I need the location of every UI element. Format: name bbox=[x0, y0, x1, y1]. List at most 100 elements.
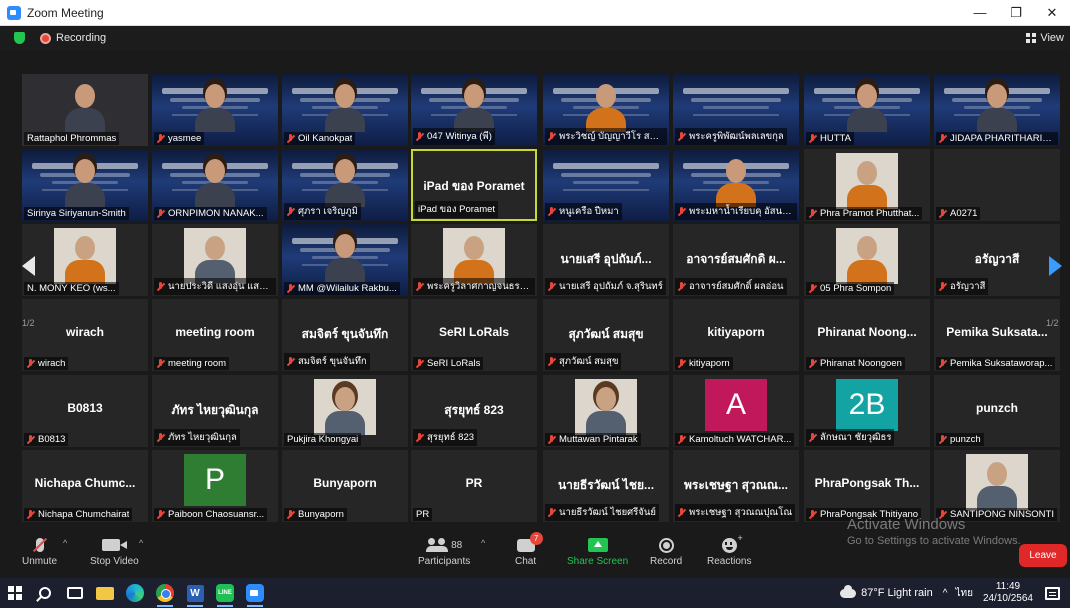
participant-tile[interactable]: ภัทร ไหยวุฒินกุล ภัทร ไหยวุฒินกุล bbox=[152, 375, 278, 447]
participant-name: iPad ของ Poramet bbox=[418, 204, 496, 215]
participant-tile[interactable]: นายเสรี อุปถัมภ์... นายเสรี อุปถัมภ์ จ.สุ… bbox=[543, 224, 669, 296]
chat-button[interactable]: 7 Chat bbox=[515, 531, 543, 567]
video-options-caret[interactable]: ^ bbox=[139, 538, 143, 548]
participant-name-label: Phra Pramot Phutthat... bbox=[806, 207, 923, 220]
record-button[interactable]: Record bbox=[650, 534, 682, 567]
participant-tile[interactable]: 047 Witinya (พี) bbox=[411, 74, 537, 146]
start-button[interactable] bbox=[0, 578, 30, 608]
participant-tile[interactable]: P Paiboon Chaosuansr... bbox=[152, 450, 278, 522]
participant-tile[interactable]: พระครูพิพัฒน์พลเลขกุล bbox=[673, 74, 799, 146]
zoom-taskbar-button[interactable] bbox=[240, 578, 270, 608]
participant-name: Paiboon Chaosuansr... bbox=[168, 509, 265, 520]
chrome-button[interactable] bbox=[150, 578, 180, 608]
participant-tile[interactable]: หนูเครือ ปีหมา bbox=[543, 149, 669, 221]
participant-tile[interactable]: Pukjira Khongyai bbox=[282, 375, 408, 447]
word-button[interactable]: W bbox=[180, 578, 210, 608]
participant-tile[interactable]: สุภวัฒน์ สมสุข สุภวัฒน์ สมสุข bbox=[543, 299, 669, 371]
participant-tile[interactable]: SeRI LoRals SeRI LoRals bbox=[411, 299, 537, 371]
leave-button[interactable]: Leave bbox=[1019, 544, 1067, 567]
participant-tile[interactable]: ORNPIMON NANAK... bbox=[152, 149, 278, 221]
participant-tile[interactable]: SANTIPONG NINSONTI bbox=[934, 450, 1060, 522]
participant-tile[interactable]: Sirinya Siriyanun-Smith bbox=[22, 149, 148, 221]
participant-tile[interactable]: MM @Wilailuk Rakbu... bbox=[282, 224, 408, 296]
recording-icon[interactable] bbox=[40, 32, 51, 44]
participant-tile[interactable]: wirach wirach bbox=[22, 299, 148, 371]
taskbar-search-button[interactable] bbox=[30, 578, 60, 608]
participant-tile[interactable]: kitiyaporn kitiyaporn bbox=[673, 299, 799, 371]
participant-tile[interactable]: พระเชษฐา สุวณณ... พระเชษฐา สุวณณปุณโณ bbox=[673, 450, 799, 522]
participant-tile[interactable]: 05 Phra Sompon bbox=[804, 224, 930, 296]
participant-tile[interactable]: meeting room meeting room bbox=[152, 299, 278, 371]
participant-name-label: Pukjira Khongyai bbox=[284, 433, 362, 446]
participant-tile[interactable]: อรัญวาสี อรัญวาสี bbox=[934, 224, 1060, 296]
participant-video bbox=[195, 84, 235, 132]
participant-tile[interactable]: พระครูวิลาศกาญจนธรรม... bbox=[411, 224, 537, 296]
muted-mic-icon bbox=[809, 133, 816, 144]
participant-tile[interactable]: อาจารย์สมศักดิ ผ... อาจารย์สมศักดิ์ ผลอ่อ… bbox=[673, 224, 799, 296]
line-app-button[interactable]: LINE bbox=[210, 578, 240, 608]
participant-tile[interactable]: 2B ลักษณา ชัยวุฒิธร bbox=[804, 375, 930, 447]
participant-tile[interactable]: Pemika Suksata... Pemika Suksataworap... bbox=[934, 299, 1060, 371]
audio-options-caret[interactable]: ^ bbox=[63, 538, 67, 548]
participant-tile[interactable]: iPad ของ Poramet iPad ของ Poramet bbox=[411, 149, 537, 221]
participant-tile[interactable]: นายธีรวัฒน์ ไชย... นายธีรวัฒน์ ไชยศรีจันย… bbox=[543, 450, 669, 522]
participant-tile[interactable]: พระมหาน้ำเรียบคุ อัสนพัช bbox=[673, 149, 799, 221]
weather-widget[interactable]: 87°F Light rain bbox=[861, 587, 933, 599]
participant-tile[interactable]: Phiranat Noong... Phiranat Noongoen bbox=[804, 299, 930, 371]
participant-tile[interactable]: สมจิตร์ ขุนจันทึก สมจิตร์ ขุนจันทึก bbox=[282, 299, 408, 371]
participant-tile[interactable]: yasmee bbox=[152, 74, 278, 146]
participant-tile[interactable]: Muttawan Pintarak bbox=[543, 375, 669, 447]
participant-tile[interactable]: Nichapa Chumc... Nichapa Chumchairat bbox=[22, 450, 148, 522]
participant-tile[interactable]: สุรยุทธ์ 823 สุรยุทธ์ 823 bbox=[411, 375, 537, 447]
share-screen-icon bbox=[587, 538, 608, 552]
participant-tile[interactable]: punzch punzch bbox=[934, 375, 1060, 447]
participant-video bbox=[325, 84, 365, 132]
participant-name-label: พระครูพิพัฒน์พลเลขกุล bbox=[675, 128, 787, 145]
participant-tile[interactable]: PhraPongsak Th... PhraPongsak Thitiyano bbox=[804, 450, 930, 522]
minimize-button[interactable]: — bbox=[962, 0, 998, 26]
participants-options-caret[interactable]: ^ bbox=[481, 538, 485, 548]
close-button[interactable]: ✕ bbox=[1034, 0, 1070, 26]
previous-page-button[interactable] bbox=[20, 236, 36, 296]
participant-tile[interactable]: A Kamoltuch WATCHAR... bbox=[673, 375, 799, 447]
participant-video bbox=[65, 84, 105, 132]
participant-tile[interactable]: N. MONY KEO (ws... bbox=[22, 224, 148, 296]
share-screen-button[interactable]: Share Screen bbox=[567, 534, 628, 567]
task-view-button[interactable] bbox=[60, 578, 90, 608]
participant-tile[interactable]: Oil Kanokpat bbox=[282, 74, 408, 146]
participants-button[interactable]: 88 Participants bbox=[418, 534, 470, 567]
participant-tile[interactable]: PR PR bbox=[411, 450, 537, 522]
edge-button[interactable] bbox=[120, 578, 150, 608]
participant-video bbox=[325, 234, 365, 282]
participant-name: HUTTA bbox=[820, 133, 851, 144]
participant-name-label: อรัญวาสี bbox=[936, 278, 989, 295]
unmute-button[interactable]: Unmute bbox=[22, 534, 57, 567]
word-icon: W bbox=[186, 584, 204, 602]
participant-tile[interactable]: ศุภรา เจริญภูมิ bbox=[282, 149, 408, 221]
next-page-button[interactable] bbox=[1047, 236, 1063, 296]
participant-tile[interactable]: HUTTA bbox=[804, 74, 930, 146]
restore-button[interactable]: ❐ bbox=[998, 0, 1034, 26]
input-language-indicator[interactable]: ไทย bbox=[955, 586, 972, 601]
show-hidden-icons-chevron[interactable]: ^ bbox=[943, 588, 948, 599]
participant-tile[interactable]: Phra Pramot Phutthat... bbox=[804, 149, 930, 221]
participant-tile[interactable]: JIDAPA PHARITHARICH bbox=[934, 74, 1060, 146]
windows-logo-icon bbox=[8, 586, 22, 600]
participant-name: meeting room bbox=[168, 358, 227, 369]
participant-name: Pukjira Khongyai bbox=[287, 434, 359, 445]
shield-icon[interactable] bbox=[14, 32, 25, 44]
notification-center-icon[interactable] bbox=[1045, 586, 1060, 600]
file-explorer-button[interactable] bbox=[90, 578, 120, 608]
reactions-button[interactable]: + Reactions bbox=[707, 533, 751, 568]
participant-tile[interactable]: พระวิชญ์ บัญญาวีโร สาย... bbox=[543, 74, 669, 146]
participant-tile[interactable]: นายประวิดี แสงอุ่น แสงอุ่น bbox=[152, 224, 278, 296]
stop-video-button[interactable]: Stop Video bbox=[90, 534, 139, 567]
recording-label[interactable]: Recording bbox=[56, 32, 106, 44]
participant-tile[interactable]: Rattaphol Phrommas bbox=[22, 74, 148, 146]
taskbar-clock[interactable]: 11:49 24/10/2564 bbox=[983, 581, 1033, 605]
participant-tile[interactable]: B0813 B0813 bbox=[22, 375, 148, 447]
view-button[interactable]: View bbox=[1026, 32, 1064, 44]
participant-tile[interactable]: A0271 bbox=[934, 149, 1060, 221]
participant-tile[interactable]: Bunyaporn Bunyaporn bbox=[282, 450, 408, 522]
participant-name: yasmee bbox=[168, 133, 202, 144]
